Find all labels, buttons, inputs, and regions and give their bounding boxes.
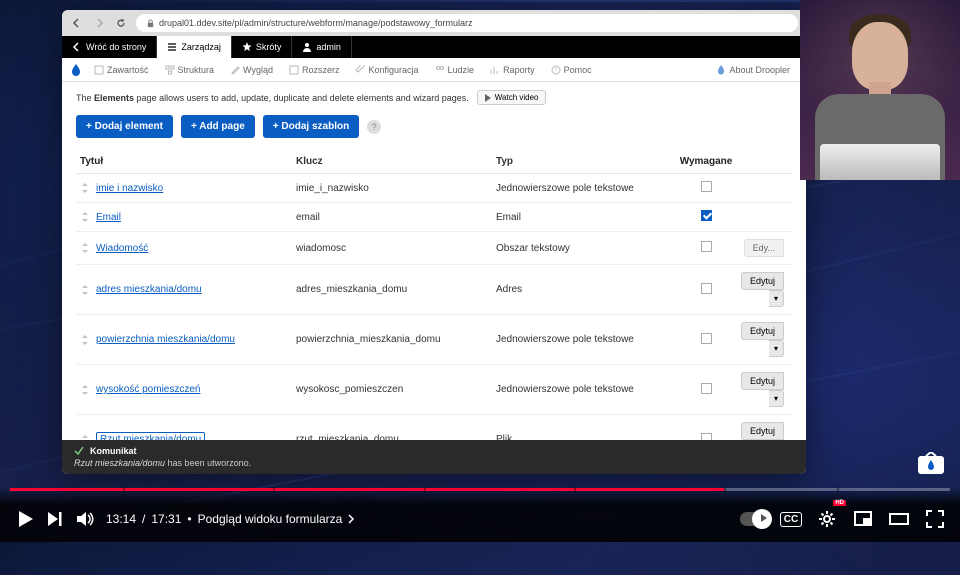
play-button[interactable] bbox=[10, 504, 40, 534]
add-page-button[interactable]: + Add page bbox=[181, 115, 255, 138]
drag-handle-icon[interactable] bbox=[80, 183, 90, 193]
tool-people[interactable]: Ludzie bbox=[427, 58, 483, 81]
edit-button[interactable]: Edytuj bbox=[741, 272, 784, 290]
browser-chrome: drupal01.ddev.site/pl/admin/structure/we… bbox=[62, 10, 806, 36]
drag-handle-icon[interactable] bbox=[80, 243, 90, 253]
table-row: imie i nazwiskoimie_i_nazwiskoJednowiers… bbox=[76, 174, 792, 203]
add-template-button[interactable]: + Dodaj szablon bbox=[263, 115, 359, 138]
puzzle-icon bbox=[289, 65, 299, 75]
help-icon: ? bbox=[551, 65, 561, 75]
cc-button[interactable]: CC bbox=[776, 504, 806, 534]
element-link[interactable]: Email bbox=[96, 212, 121, 223]
browser-window: drupal01.ddev.site/pl/admin/structure/we… bbox=[62, 10, 806, 474]
drag-handle-icon[interactable] bbox=[80, 212, 90, 222]
drag-handle-icon[interactable] bbox=[80, 335, 90, 345]
tool-reports[interactable]: Raporty bbox=[482, 58, 543, 81]
element-link[interactable]: wysokość pomieszczeń bbox=[96, 384, 200, 395]
status-message: Komunikat Rzut mieszkania/domu has been … bbox=[62, 440, 806, 474]
user-icon bbox=[302, 42, 312, 52]
admin-user[interactable]: admin bbox=[292, 36, 352, 58]
admin-manage[interactable]: Zarządzaj bbox=[157, 36, 232, 58]
help-tooltip-icon[interactable]: ? bbox=[367, 120, 381, 134]
required-checkbox[interactable] bbox=[701, 181, 712, 192]
admin-shortcuts[interactable]: Skróty bbox=[232, 36, 293, 58]
autoplay-toggle[interactable] bbox=[740, 504, 770, 534]
fullscreen-button[interactable] bbox=[920, 504, 950, 534]
table-row: adres mieszkania/domuadres_mieszkania_do… bbox=[76, 265, 792, 315]
time-display: 13:14 / 17:31 • Podgląd widoku formularz… bbox=[106, 512, 356, 526]
required-checkbox[interactable] bbox=[701, 333, 712, 344]
gear-icon bbox=[817, 509, 837, 529]
presenter-webcam bbox=[800, 0, 960, 180]
required-checkbox[interactable] bbox=[701, 241, 712, 252]
check-icon bbox=[74, 446, 84, 456]
miniplayer-button[interactable] bbox=[848, 504, 878, 534]
edit-button[interactable]: Edytuj bbox=[741, 322, 784, 340]
structure-icon bbox=[165, 65, 175, 75]
hd-badge: HD bbox=[833, 500, 846, 506]
url-bar[interactable]: drupal01.ddev.site/pl/admin/structure/we… bbox=[136, 14, 798, 32]
add-element-button[interactable]: + Dodaj element bbox=[76, 115, 173, 138]
tool-structure[interactable]: Struktura bbox=[157, 58, 223, 81]
edit-button[interactable]: Edytuj bbox=[741, 422, 784, 440]
brush-icon bbox=[230, 65, 240, 75]
drupal-logo-icon bbox=[70, 64, 82, 76]
tool-help[interactable]: ?Pomoc bbox=[543, 58, 600, 81]
table-header: Tytuł Klucz Typ Wymagane bbox=[76, 150, 792, 174]
edit-dropdown[interactable]: ▾ bbox=[769, 290, 784, 307]
chevron-right-icon bbox=[346, 514, 356, 524]
element-link[interactable]: Wiadomość bbox=[96, 243, 148, 254]
drag-handle-icon[interactable] bbox=[80, 285, 90, 295]
chapter-link[interactable]: Podgląd widoku formularza bbox=[198, 512, 357, 526]
table-row: powierzchnia mieszkania/domupowierzchnia… bbox=[76, 315, 792, 365]
forward-button[interactable] bbox=[92, 16, 106, 30]
hint-text: The Elements page allows users to add, u… bbox=[76, 93, 469, 103]
video-controls: 13:14 / 17:31 • Podgląd widoku formularz… bbox=[0, 488, 960, 542]
admin-back-to-site[interactable]: Wróć do strony bbox=[62, 36, 157, 58]
channel-tv-icon[interactable] bbox=[916, 452, 946, 478]
table-row: wysokość pomieszczeńwysokosc_pomieszczen… bbox=[76, 365, 792, 415]
wrench-icon bbox=[355, 65, 365, 75]
watch-video-button[interactable]: Watch video bbox=[477, 90, 546, 105]
tool-about-droopler[interactable]: About Droopler bbox=[708, 58, 798, 81]
edit-button[interactable]: Edy... bbox=[744, 239, 784, 257]
chart-icon bbox=[490, 65, 500, 75]
element-link[interactable]: powierzchnia mieszkania/domu bbox=[96, 334, 235, 345]
required-checkbox[interactable] bbox=[701, 383, 712, 394]
settings-button[interactable]: HD bbox=[812, 504, 842, 534]
star-icon bbox=[242, 42, 252, 52]
secondary-toolbar: Zawartość Struktura Wygląd Rozszerz Konf… bbox=[62, 58, 806, 82]
edit-dropdown[interactable]: ▾ bbox=[769, 390, 784, 407]
tool-extend[interactable]: Rozszerz bbox=[281, 58, 348, 81]
tool-config[interactable]: Konfiguracja bbox=[347, 58, 426, 81]
theater-button[interactable] bbox=[884, 504, 914, 534]
reload-button[interactable] bbox=[114, 16, 128, 30]
admin-toolbar: Wróć do strony Zarządzaj Skróty admin bbox=[62, 36, 806, 58]
file-icon bbox=[94, 65, 104, 75]
play-icon bbox=[484, 94, 492, 102]
page-content: The Elements page allows users to add, u… bbox=[62, 82, 806, 474]
tool-content[interactable]: Zawartość bbox=[86, 58, 157, 81]
url-text: drupal01.ddev.site/pl/admin/structure/we… bbox=[159, 18, 473, 28]
table-row: EmailemailEmail bbox=[76, 203, 792, 232]
edit-dropdown[interactable]: ▾ bbox=[769, 340, 784, 357]
element-link[interactable]: adres mieszkania/domu bbox=[96, 284, 202, 295]
back-button[interactable] bbox=[70, 16, 84, 30]
next-button[interactable] bbox=[40, 504, 70, 534]
edit-button[interactable]: Edytuj bbox=[741, 372, 784, 390]
tool-appearance[interactable]: Wygląd bbox=[222, 58, 281, 81]
element-link[interactable]: imie i nazwisko bbox=[96, 183, 163, 194]
table-row: WiadomośćwiadomoscObszar tekstowyEdy... bbox=[76, 232, 792, 265]
menu-icon bbox=[167, 42, 177, 52]
chevron-left-icon bbox=[72, 42, 82, 52]
volume-button[interactable] bbox=[70, 504, 100, 534]
required-checkbox[interactable] bbox=[701, 210, 712, 221]
drag-handle-icon[interactable] bbox=[80, 385, 90, 395]
people-icon bbox=[435, 65, 445, 75]
required-checkbox[interactable] bbox=[701, 283, 712, 294]
droopler-icon bbox=[716, 65, 726, 75]
lock-icon bbox=[146, 19, 155, 28]
